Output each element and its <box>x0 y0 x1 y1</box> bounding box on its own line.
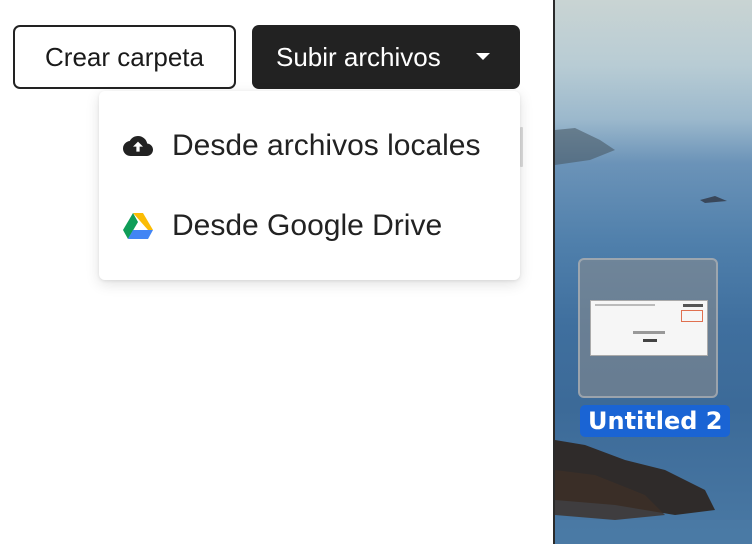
document-thumbnail-icon <box>590 300 708 356</box>
menu-item-local-files[interactable]: Desde archivos locales <box>99 111 520 181</box>
caret-down-icon <box>476 53 490 60</box>
upload-files-label: Subir archivos <box>276 41 441 72</box>
create-folder-button[interactable]: Crear carpeta <box>13 25 236 89</box>
google-drive-icon <box>123 213 153 239</box>
menu-item-label: Desde archivos locales <box>172 129 481 162</box>
desktop-background: Untitled 2 <box>555 0 752 544</box>
obscured-element-edge <box>520 127 523 167</box>
desktop-file-label[interactable]: Untitled 2 <box>580 405 731 437</box>
menu-item-label: Desde Google Drive <box>172 209 443 242</box>
cloud-upload-icon <box>123 136 153 156</box>
app-pane: Crear carpeta Subir archivos Desde archi… <box>0 0 554 544</box>
desktop-file-icon[interactable] <box>578 258 718 398</box>
upload-dropdown-menu: Desde archivos locales Desde Google Driv… <box>99 91 520 280</box>
menu-item-google-drive[interactable]: Desde Google Drive <box>99 191 520 261</box>
upload-files-button[interactable]: Subir archivos <box>252 25 520 89</box>
